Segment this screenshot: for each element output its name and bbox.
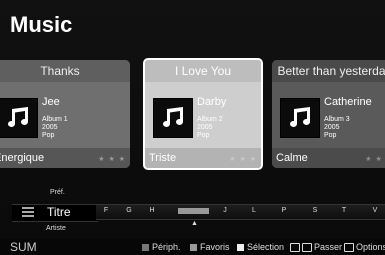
music-note-icon [280, 98, 320, 138]
selection-label: Sélection [247, 242, 285, 252]
track-mood: Energique [0, 152, 45, 164]
button-square-icon [237, 244, 244, 252]
music-note-icon [153, 98, 193, 138]
tools-icon [344, 243, 354, 253]
track-artist: Catherine [324, 96, 372, 108]
track-album: Album 3 [324, 116, 350, 123]
track-album: Album 2 [197, 116, 223, 123]
track-info: Catherine Album 3 2005 Pop [272, 82, 385, 148]
brand-label: SUM [10, 240, 37, 254]
track-title: Better than yesterday [272, 60, 385, 82]
track-year: 2005 [324, 124, 340, 131]
index-letter[interactable]: L [244, 207, 264, 214]
index-letter[interactable]: P [274, 207, 294, 214]
track-card-thanks[interactable]: Thanks Jee Album 1 2005 Pop Energique ★ … [0, 60, 130, 168]
button-square-icon [142, 244, 149, 252]
track-genre: Pop [42, 132, 55, 139]
track-meta: Album 2 2005 Pop [197, 116, 223, 140]
index-pointer-icon: ▲ [191, 220, 198, 227]
track-genre: Pop [197, 132, 210, 139]
track-title: Thanks [0, 60, 130, 82]
index-letter[interactable]: T [334, 207, 354, 214]
index-letter[interactable]: F [96, 207, 116, 214]
track-artist: Jee [42, 96, 60, 108]
track-meta: Album 1 2005 Pop [42, 116, 68, 140]
passer-hint[interactable]: Passer [290, 242, 343, 253]
periph-label: Périph. [152, 242, 181, 252]
track-meta: Album 3 2005 Pop [324, 116, 350, 140]
skip-buttons-icon [302, 243, 312, 253]
track-card-i-love-you[interactable]: I Love You Darby Album 2 2005 Pop Triste… [143, 58, 263, 170]
rating-stars: ★ ★ ★ [98, 156, 126, 163]
selection-hint[interactable]: Sélection [237, 242, 284, 252]
track-album: Album 1 [42, 116, 68, 123]
track-footer: Calme ★ ★ ★ [272, 148, 385, 168]
favoris-hint[interactable]: Favoris [190, 242, 230, 252]
track-mood: Triste [149, 152, 177, 164]
button-square-icon [190, 244, 197, 252]
index-selection-highlight [178, 208, 209, 214]
sort-option-current[interactable]: Titre [47, 205, 71, 219]
track-title: I Love You [145, 60, 261, 82]
options-hint[interactable]: Options [344, 242, 385, 253]
track-mood: Calme [276, 152, 308, 164]
track-year: 2005 [42, 124, 58, 131]
options-label: Options [356, 242, 385, 252]
music-note-icon [0, 98, 38, 138]
track-footer: Triste ★ ★ ★ [145, 148, 261, 168]
alphabet-index-bar[interactable]: F G H J L P S T V [96, 204, 385, 220]
favoris-label: Favoris [200, 242, 230, 252]
track-footer: Energique ★ ★ ★ [0, 148, 130, 168]
track-info: Darby Album 2 2005 Pop [145, 82, 261, 148]
track-info: Jee Album 1 2005 Pop [0, 82, 130, 148]
track-artist: Darby [197, 96, 227, 108]
track-card-better-than-yesterday[interactable]: Better than yesterday Catherine Album 3 … [272, 60, 385, 168]
index-letter[interactable]: J [215, 207, 235, 214]
index-letter[interactable]: S [305, 207, 325, 214]
track-year: 2005 [197, 124, 213, 131]
rating-stars: ★ ★ ★ [229, 156, 257, 163]
periph-hint[interactable]: Périph. [142, 242, 181, 252]
index-letter[interactable]: V [365, 207, 385, 214]
index-letter[interactable]: G [119, 207, 139, 214]
track-genre: Pop [324, 132, 337, 139]
list-icon [22, 207, 34, 217]
rating-stars: ★ ★ ★ [365, 156, 385, 163]
index-letter[interactable]: H [142, 207, 162, 214]
passer-label: Passer [314, 242, 343, 252]
sort-option-next[interactable]: Artiste [46, 225, 66, 232]
page-title: Music [10, 12, 73, 37]
sort-option-prev[interactable]: Préf. [50, 189, 65, 196]
skip-buttons-icon [290, 243, 300, 253]
